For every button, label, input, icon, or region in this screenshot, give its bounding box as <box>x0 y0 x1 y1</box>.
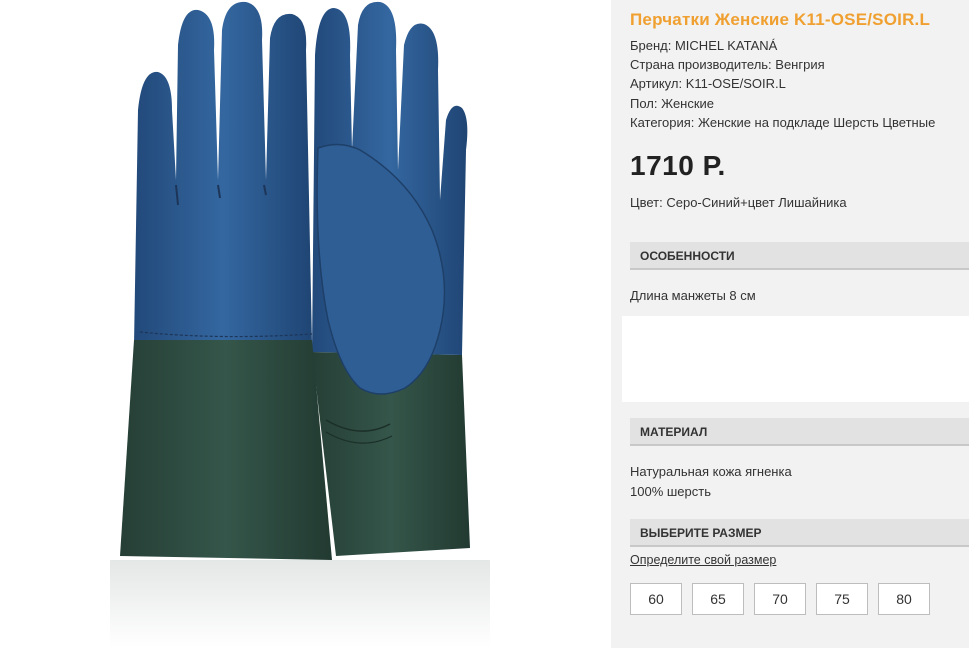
spec-brand: Бренд: MICHEL KATANÁ <box>630 38 778 53</box>
product-title: Перчатки Женские K11-OSE/SOIR.L <box>630 10 931 29</box>
features-header: ОСОБЕННОСТИ <box>630 242 969 270</box>
size-button-60[interactable]: 60 <box>630 583 682 615</box>
product-specs: Бренд: MICHEL KATANÁ Страна производител… <box>630 36 935 132</box>
product-info-panel: Перчатки Женские K11-OSE/SOIR.L Бренд: M… <box>611 0 969 648</box>
size-button-75[interactable]: 75 <box>816 583 868 615</box>
size-header: ВЫБЕРИТЕ РАЗМЕР <box>630 519 969 547</box>
spec-country: Страна производитель: Венгрия <box>630 57 825 73</box>
spec-article: Артикул: K11-OSE/SOIR.L <box>630 76 786 92</box>
blank-content-area <box>622 316 969 402</box>
product-image-gloves <box>110 1 490 648</box>
material-list: Натуральная кожа ягненка 100% шерсть <box>630 462 792 501</box>
material-header: МАТЕРИАЛ <box>630 418 969 446</box>
material-item: 100% шерсть <box>630 483 711 499</box>
product-image-panel <box>0 0 611 648</box>
size-options: 60 65 70 75 80 <box>630 583 930 615</box>
size-button-65[interactable]: 65 <box>692 583 744 615</box>
product-price: 1710 Р. <box>630 150 726 181</box>
feature-cuff-length: Длина манжеты 8 см <box>630 288 756 303</box>
size-button-80[interactable]: 80 <box>878 583 930 615</box>
material-item: Натуральная кожа ягненка <box>630 464 792 479</box>
product-color: Цвет: Серо-Синий+цвет Лишайника <box>630 195 847 210</box>
spec-category: Категория: Женские на подкладе Шерсть Цв… <box>630 114 936 130</box>
spec-gender: Пол: Женские <box>630 95 715 111</box>
size-guide-link[interactable]: Определите свой размер <box>630 553 776 567</box>
size-button-70[interactable]: 70 <box>754 583 806 615</box>
